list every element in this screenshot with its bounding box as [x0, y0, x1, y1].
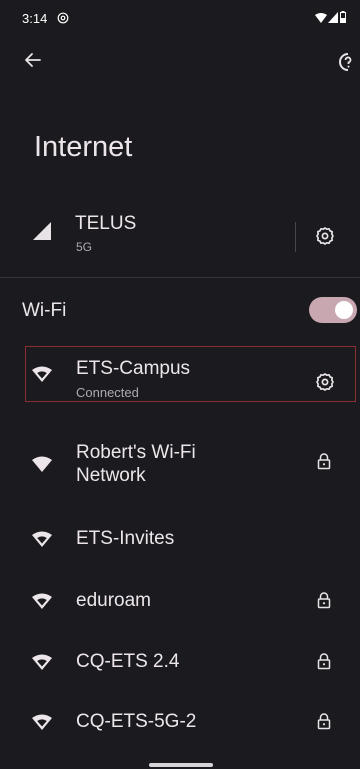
lock-icon [317, 453, 331, 470]
home-indicator[interactable] [149, 763, 213, 767]
help-icon[interactable] [336, 50, 360, 74]
wifi-status-icon [315, 13, 327, 23]
status-time: 3:14 [22, 11, 48, 26]
vertical-divider [295, 222, 296, 252]
network-name: Robert's Wi-Fi Network [76, 442, 196, 486]
network-name: CQ-ETS 2.4 [76, 651, 180, 672]
network-status: Connected [76, 385, 139, 400]
lock-icon [317, 592, 331, 609]
wifi-icon [32, 366, 52, 382]
wifi-label: Wi-Fi [22, 300, 67, 321]
gear-icon[interactable] [315, 372, 335, 392]
mobile-network-row[interactable] [0, 200, 360, 272]
signal-status-icon [328, 12, 338, 23]
back-arrow-icon[interactable] [22, 49, 44, 71]
wifi-icon [32, 531, 52, 547]
battery-icon [340, 11, 346, 23]
at-sign-icon [57, 12, 69, 24]
network-name: ETS-Invites [76, 528, 175, 549]
status-bar: 3:14 [0, 0, 360, 36]
network-name: ETS-Campus [76, 358, 191, 379]
section-divider [0, 277, 360, 278]
wifi-icon [32, 654, 52, 670]
network-name: CQ-ETS-5G-2 [76, 711, 197, 732]
network-name: eduroam [76, 590, 151, 611]
internet-settings-screen: 3:14 Internet TELUS 5G Wi-Fi ETS-Campus … [0, 0, 360, 769]
signal-icon [33, 222, 51, 240]
toggle-thumb [335, 301, 353, 319]
wifi-icon [32, 593, 52, 609]
carrier-name: TELUS [75, 213, 137, 234]
gear-icon[interactable] [315, 226, 335, 246]
lock-icon [317, 713, 331, 730]
carrier-network-type: 5G [76, 240, 93, 254]
lock-icon [317, 653, 331, 670]
wifi-icon [32, 714, 52, 730]
wifi-icon [32, 456, 52, 472]
page-title: Internet [34, 131, 133, 163]
wifi-toggle-switch[interactable] [309, 297, 357, 323]
